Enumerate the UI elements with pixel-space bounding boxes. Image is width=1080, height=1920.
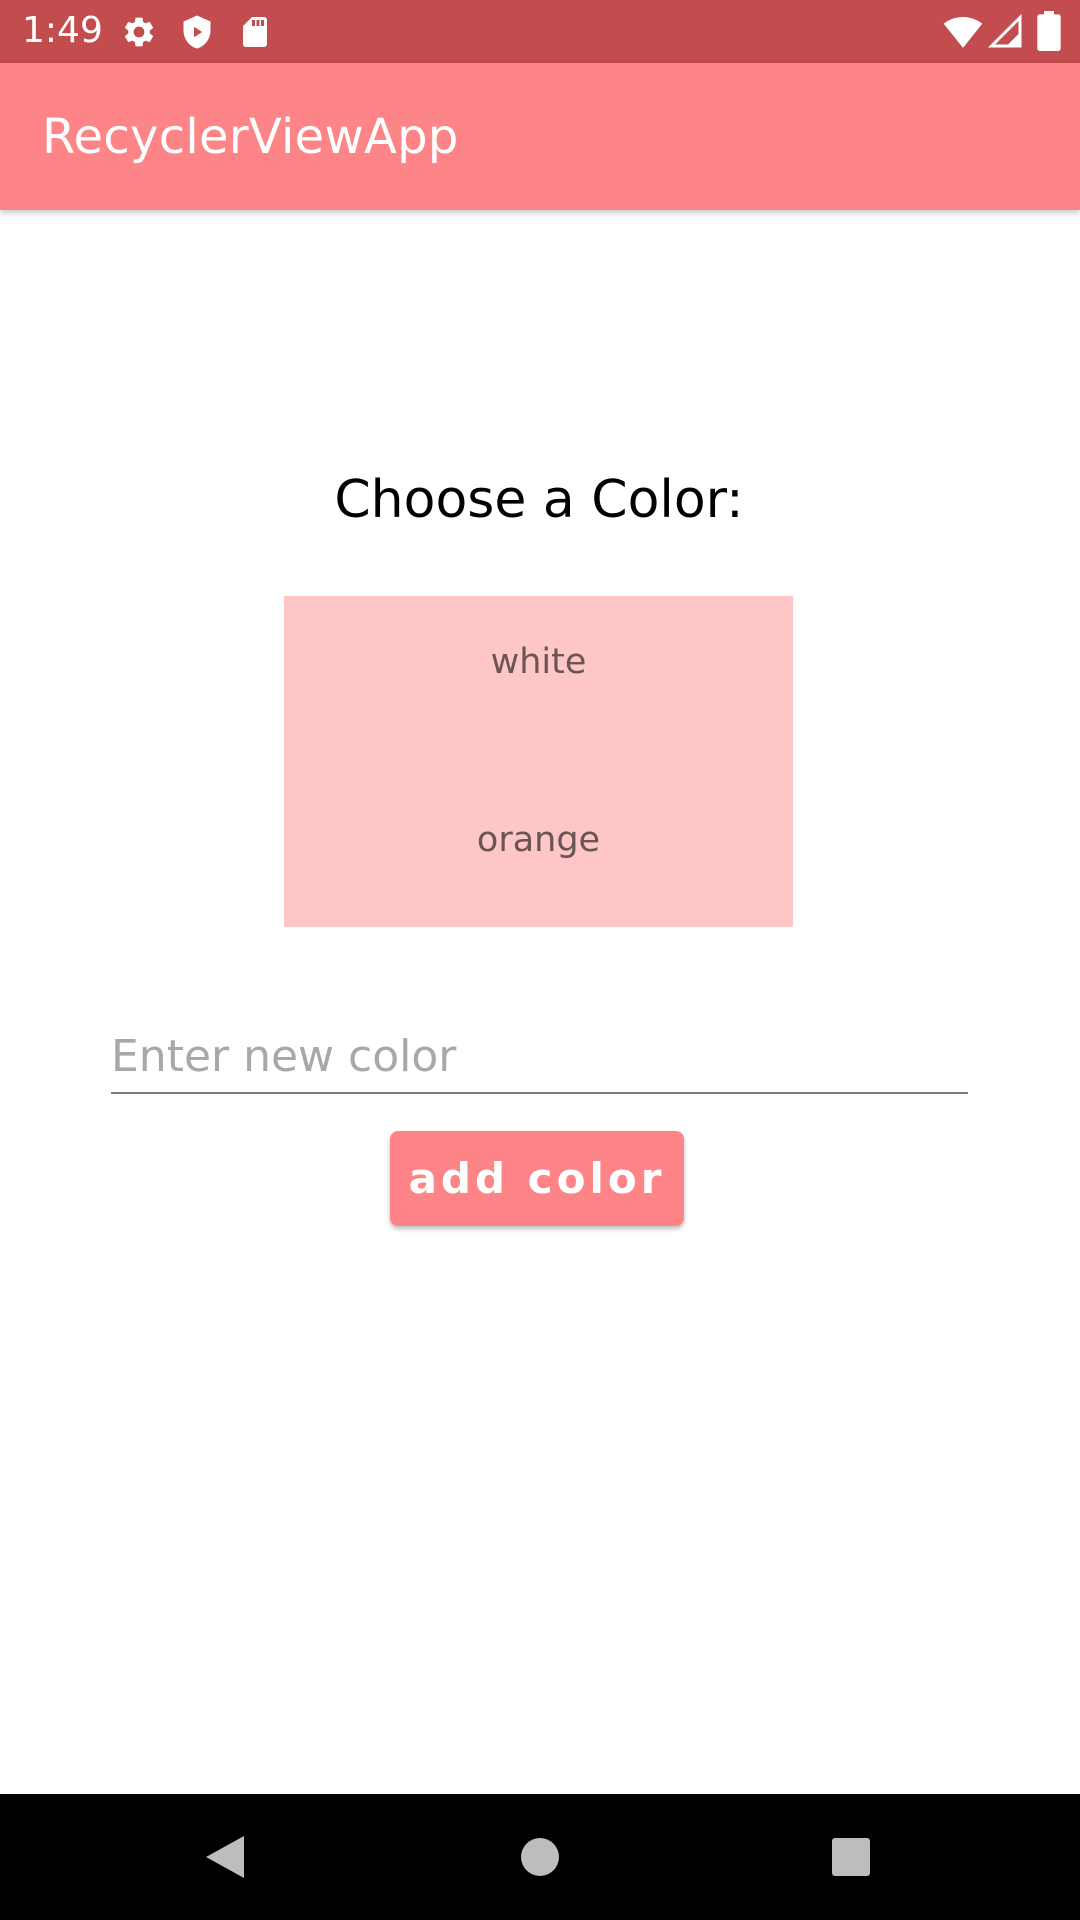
home-icon[interactable] (520, 1837, 560, 1877)
add-color-button[interactable]: add color (390, 1131, 684, 1226)
status-time: 1:49 (22, 10, 103, 51)
choose-color-prompt: Choose a Color: (334, 470, 744, 530)
wifi-icon (943, 17, 983, 48)
shield-icon (183, 15, 211, 49)
color-list-item-orange[interactable]: orange (284, 818, 793, 862)
back-icon[interactable] (202, 1834, 246, 1880)
battery-icon (1037, 11, 1061, 51)
color-list-item-white[interactable]: white (284, 640, 793, 684)
app-title: RecyclerViewApp (42, 109, 459, 165)
color-list[interactable]: white orange (284, 596, 793, 927)
signal-icon (987, 13, 1022, 48)
navigation-bar (0, 1794, 1080, 1920)
recents-icon[interactable] (831, 1837, 871, 1877)
status-bar: 1:49 (0, 0, 1080, 63)
app-bar: RecyclerViewApp (0, 63, 1080, 210)
sd-card-icon (243, 17, 267, 47)
new-color-input[interactable] (111, 1020, 968, 1094)
settings-icon (124, 17, 154, 47)
